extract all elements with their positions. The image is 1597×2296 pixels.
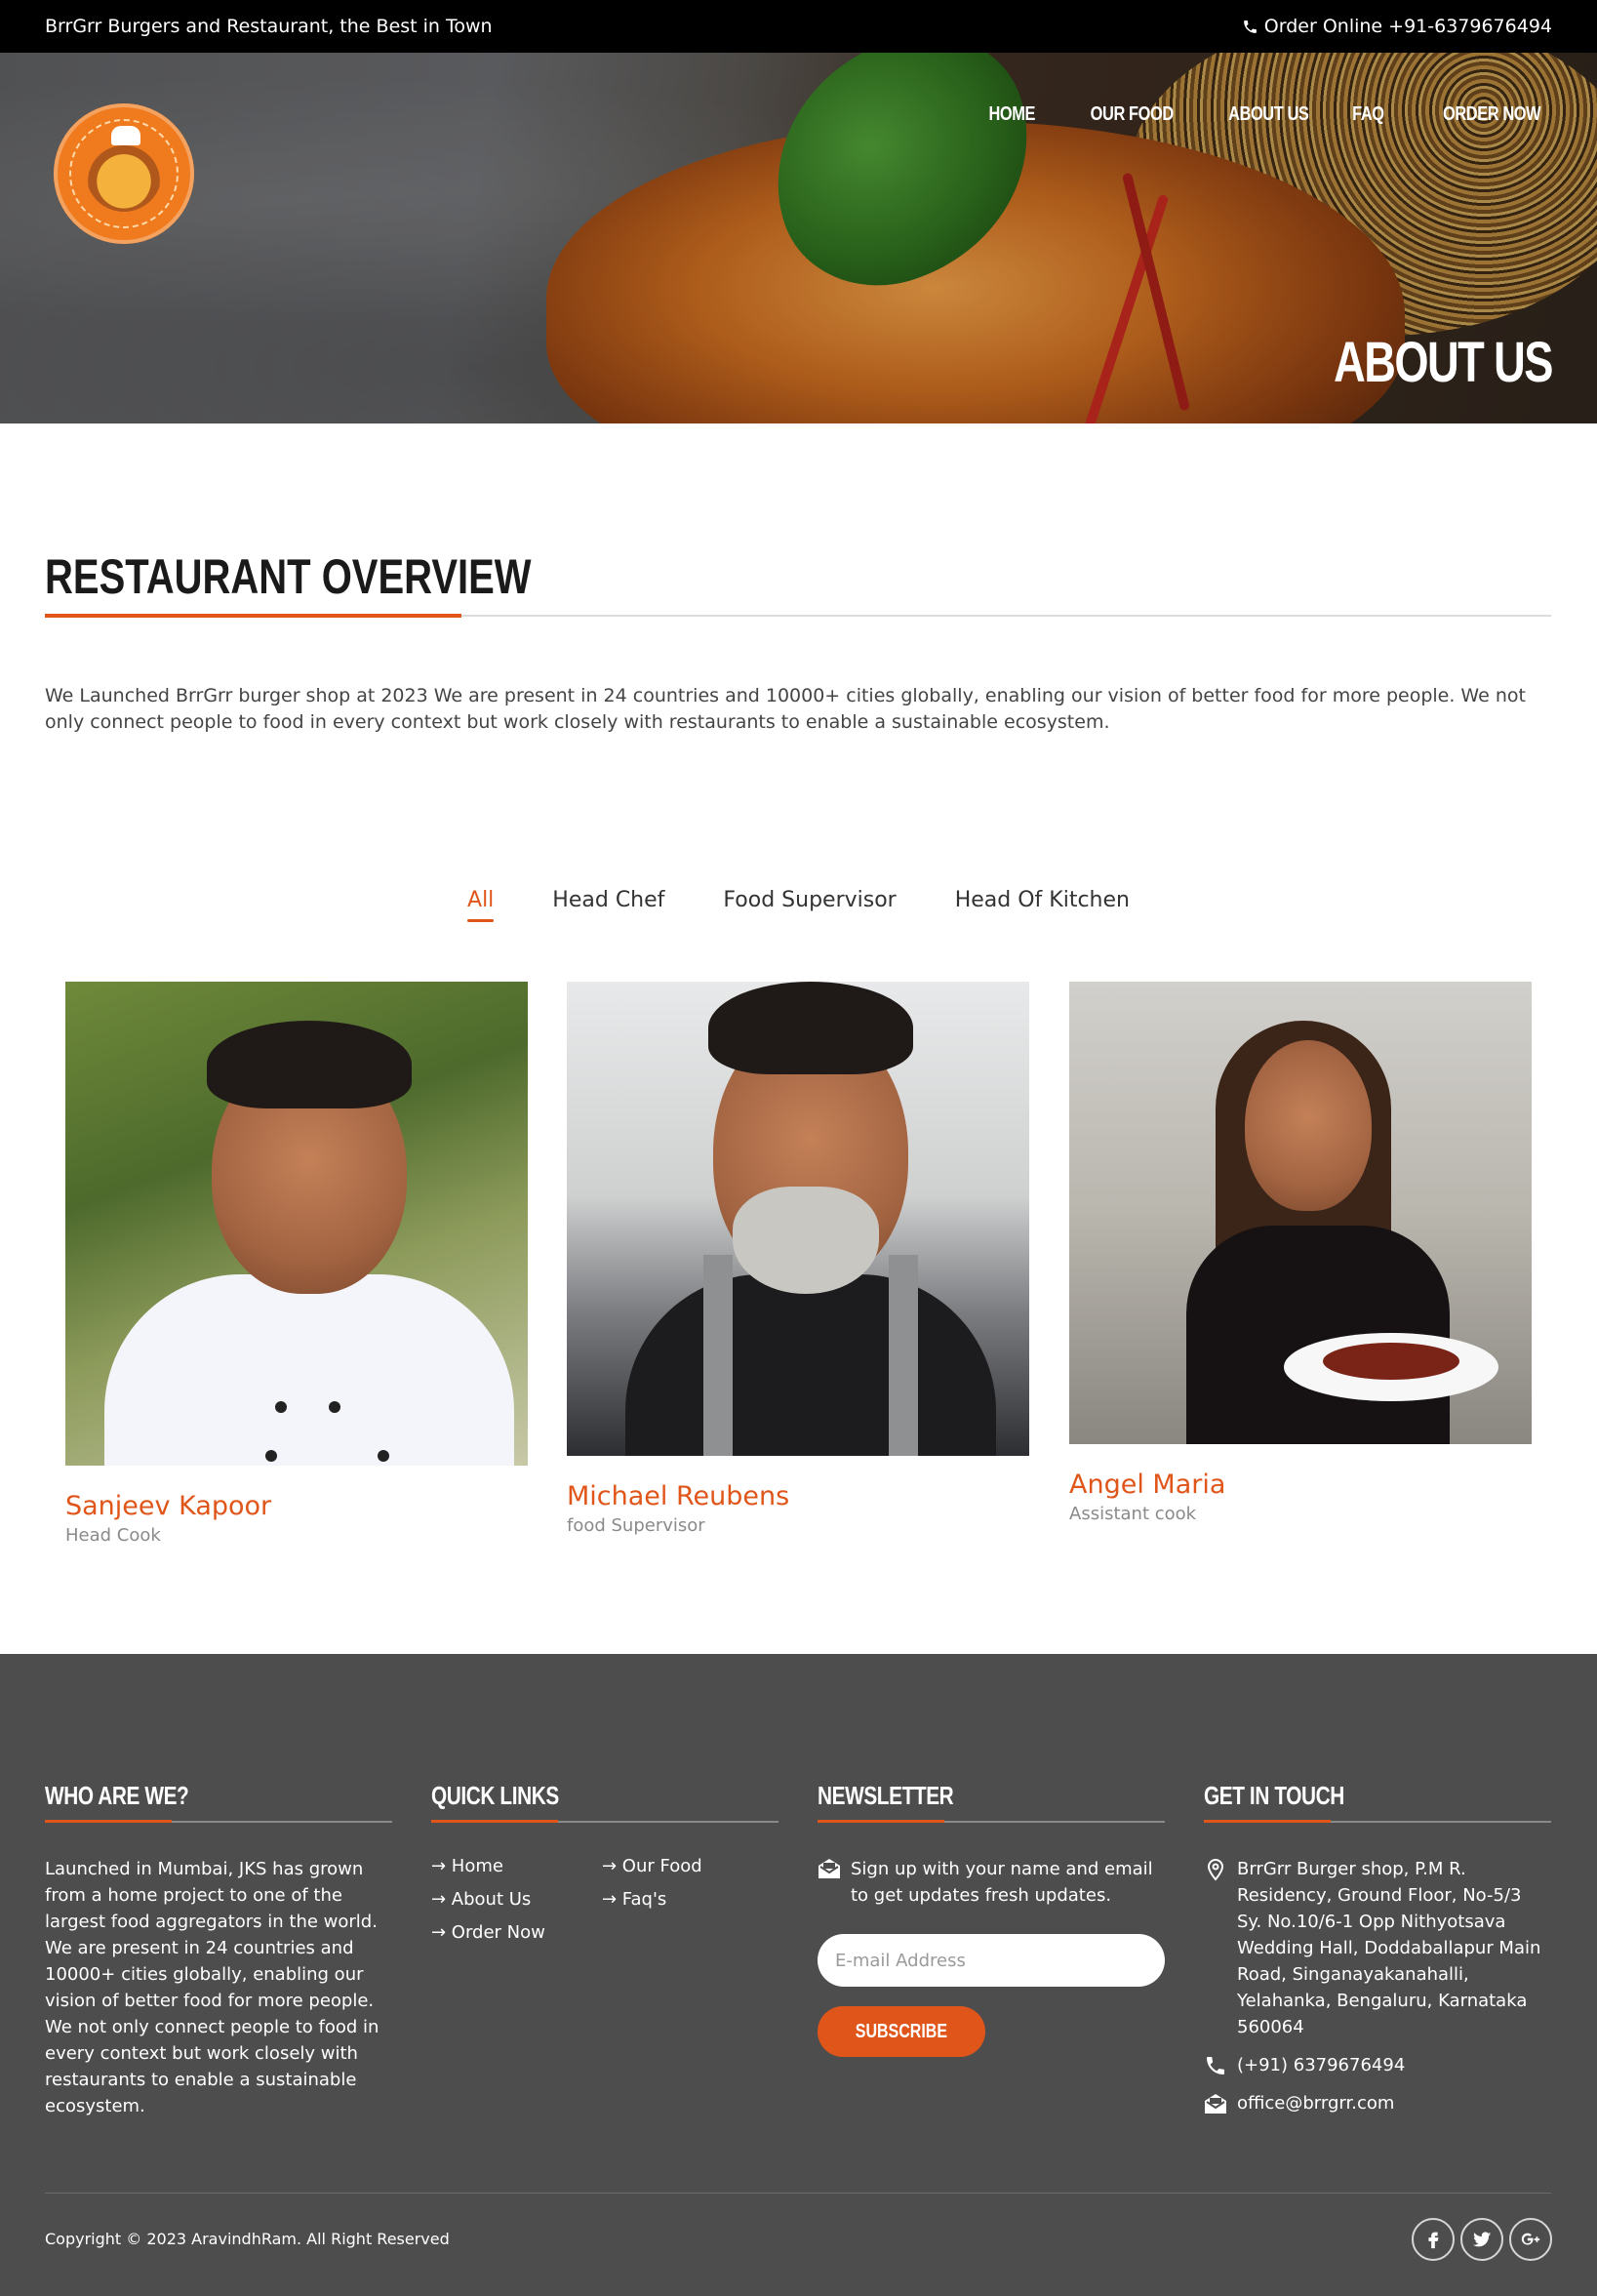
contact-email[interactable]: office@brrgrr.com bbox=[1237, 2090, 1394, 2116]
team-member-name: Michael Reubens bbox=[567, 1481, 790, 1511]
nav-faq[interactable]: FAQ bbox=[1352, 103, 1384, 126]
team-photo bbox=[567, 982, 1029, 1456]
tab-head-of-kitchen[interactable]: Head Of Kitchen bbox=[955, 888, 1130, 922]
social-links bbox=[1412, 2218, 1552, 2261]
team-member-role: food Supervisor bbox=[567, 1515, 705, 1536]
heading-divider bbox=[45, 614, 1551, 618]
footer-heading: QUICK LINKS bbox=[431, 1781, 559, 1810]
map-pin-icon bbox=[1207, 1858, 1224, 1881]
envelope-open-icon bbox=[818, 1859, 840, 1878]
team-member-role: Head Cook bbox=[65, 1525, 161, 1546]
envelope-open-icon bbox=[1205, 2094, 1226, 2114]
team-member-name: Angel Maria bbox=[1069, 1470, 1226, 1500]
tagline: BrrGrr Burgers and Restaurant, the Best … bbox=[45, 16, 493, 37]
tab-all[interactable]: All bbox=[467, 888, 495, 922]
overview-heading: RESTAURANT OVERVIEW bbox=[45, 549, 532, 604]
footer-quick-links: QUICK LINKS → Home → Our Food → About Us… bbox=[431, 1781, 779, 1943]
phone-icon bbox=[1207, 2057, 1224, 2074]
footer-link-about-us[interactable]: → About Us bbox=[431, 1889, 602, 1910]
order-online-link[interactable]: Order Online +91-6379676494 bbox=[1242, 16, 1552, 37]
chef-hat-icon bbox=[111, 126, 140, 145]
phone-icon bbox=[1243, 20, 1257, 33]
contact-address: BrrGrr Burger shop, P.M R. Residency, Gr… bbox=[1237, 1859, 1541, 2037]
brand-logo[interactable] bbox=[54, 103, 194, 244]
team-card[interactable]: Sanjeev Kapoor Head Cook bbox=[65, 982, 528, 1546]
team-card[interactable]: Michael Reubens food Supervisor bbox=[567, 982, 1029, 1536]
twitter-icon[interactable] bbox=[1460, 2218, 1503, 2261]
footer-link-home[interactable]: → Home bbox=[431, 1856, 602, 1876]
team-photo bbox=[65, 982, 528, 1466]
overview-text: We Launched BrrGrr burger shop at 2023 W… bbox=[45, 685, 1526, 733]
footer-heading: WHO ARE WE? bbox=[45, 1781, 189, 1810]
order-online-label: Order Online +91-6379676494 bbox=[1263, 16, 1552, 37]
nav-home[interactable]: HOME bbox=[988, 103, 1035, 126]
subscribe-button[interactable]: SUBSCRIBE bbox=[818, 2006, 985, 2057]
google-plus-icon[interactable] bbox=[1509, 2218, 1552, 2261]
nav-our-food[interactable]: OUR FOOD bbox=[1091, 103, 1175, 126]
footer-heading: NEWSLETTER bbox=[818, 1781, 954, 1810]
contact-phone[interactable]: (+91) 6379676494 bbox=[1237, 2052, 1405, 2078]
main-nav: HOME OUR FOOD ABOUT US FAQ ORDER NOW bbox=[941, 103, 1540, 126]
footer-contact: GET IN TOUCH BrrGrr Burger shop, P.M R. … bbox=[1204, 1781, 1551, 2128]
newsletter-email-input[interactable] bbox=[818, 1934, 1165, 1987]
footer-about-text: Launched in Mumbai, JKS has grown from a… bbox=[45, 1859, 379, 2116]
team-card[interactable]: Angel Maria Assistant cook bbox=[1069, 982, 1532, 1524]
team-photo bbox=[1069, 982, 1532, 1444]
footer-link-order-now[interactable]: → Order Now bbox=[431, 1922, 602, 1943]
top-bar: BrrGrr Burgers and Restaurant, the Best … bbox=[0, 0, 1597, 53]
site-footer: WHO ARE WE? Launched in Mumbai, JKS has … bbox=[0, 1654, 1597, 2296]
team-member-name: Sanjeev Kapoor bbox=[65, 1491, 272, 1521]
nav-about-us[interactable]: ABOUT US bbox=[1228, 103, 1309, 126]
team-filter-tabs: All Head Chef Food Supervisor Head Of Ki… bbox=[0, 888, 1597, 922]
nav-order-now[interactable]: ORDER NOW bbox=[1443, 103, 1541, 126]
tab-head-chef[interactable]: Head Chef bbox=[552, 888, 664, 922]
page-title: ABOUT US bbox=[1334, 331, 1553, 394]
footer-heading: GET IN TOUCH bbox=[1204, 1781, 1344, 1810]
newsletter-text: Sign up with your name and email to get … bbox=[851, 1859, 1153, 1906]
tab-food-supervisor[interactable]: Food Supervisor bbox=[723, 888, 896, 922]
footer-divider bbox=[45, 2193, 1551, 2194]
footer-newsletter: NEWSLETTER Sign up with your name and em… bbox=[818, 1781, 1165, 2057]
footer-link-faqs[interactable]: → Faq's bbox=[602, 1889, 773, 1910]
burger-mascot-icon bbox=[86, 126, 162, 212]
footer-about: WHO ARE WE? Launched in Mumbai, JKS has … bbox=[45, 1781, 392, 2119]
facebook-icon[interactable] bbox=[1412, 2218, 1455, 2261]
footer-link-our-food[interactable]: → Our Food bbox=[602, 1856, 773, 1876]
team-member-role: Assistant cook bbox=[1069, 1504, 1197, 1524]
copyright-text: Copyright © 2023 AravindhRam. All Right … bbox=[45, 2230, 450, 2248]
